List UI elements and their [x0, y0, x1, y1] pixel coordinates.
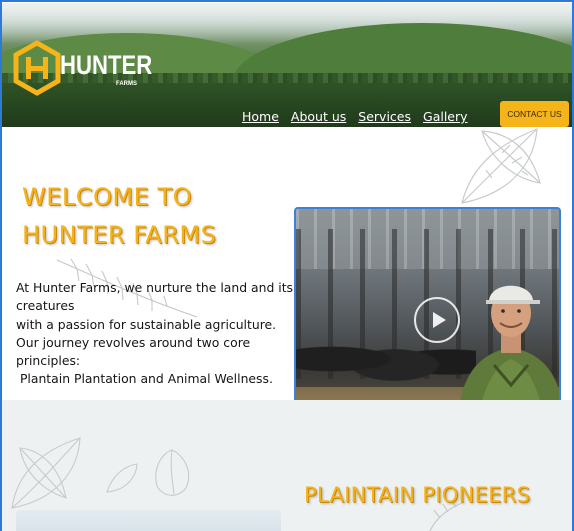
play-icon[interactable]	[414, 297, 460, 343]
brand-subtitle: FARMS	[116, 81, 137, 87]
plantain-image	[16, 510, 281, 531]
farmer-figure	[460, 285, 559, 400]
welcome-text-line: creatures	[16, 298, 75, 314]
basil-leaf-decoration-icon	[461, 128, 541, 204]
hero-header: HUNTER FARMS Home About us Services Gall…	[2, 3, 572, 127]
main-nav: Home About us Services Gallery	[242, 109, 480, 124]
video-player[interactable]	[294, 207, 561, 400]
welcome-text-line: principles:	[16, 353, 81, 369]
brand-logo[interactable]: HUNTER FARMS	[12, 40, 152, 100]
plantain-section: PLAINTAIN PIONEERS	[2, 400, 572, 531]
nav-gallery[interactable]: Gallery	[423, 109, 468, 124]
contact-us-button[interactable]: CONTACT US	[500, 101, 569, 127]
welcome-text-line: Our journey revolves around two core	[16, 334, 251, 350]
nav-about-us[interactable]: About us	[291, 109, 346, 124]
section-title: PLAINTAIN PIONEERS	[304, 483, 531, 507]
nav-services[interactable]: Services	[358, 109, 411, 124]
welcome-title-line1: WELCOME TO	[22, 183, 192, 211]
brand-name: HUNTER	[60, 50, 153, 80]
basil-leaf-decoration-icon	[11, 437, 81, 509]
welcome-text-line: Plantain Plantation and Animal Wellness.	[16, 371, 273, 387]
welcome-title-line2: HUNTER FARMS	[22, 221, 217, 249]
garlic-decoration-icon	[106, 449, 190, 496]
welcome-paragraph: At Hunter Farms, we nurture the land and…	[16, 279, 294, 389]
welcome-text-line: with a passion for sustainable agricultu…	[16, 316, 277, 332]
hexagon-h-icon	[13, 40, 61, 96]
nav-home[interactable]: Home	[242, 109, 279, 124]
welcome-text-line: At Hunter Farms, we nurture the land and…	[16, 280, 294, 295]
welcome-section: WELCOME TO HUNTER FARMS At Hunter Farms,…	[2, 127, 572, 400]
